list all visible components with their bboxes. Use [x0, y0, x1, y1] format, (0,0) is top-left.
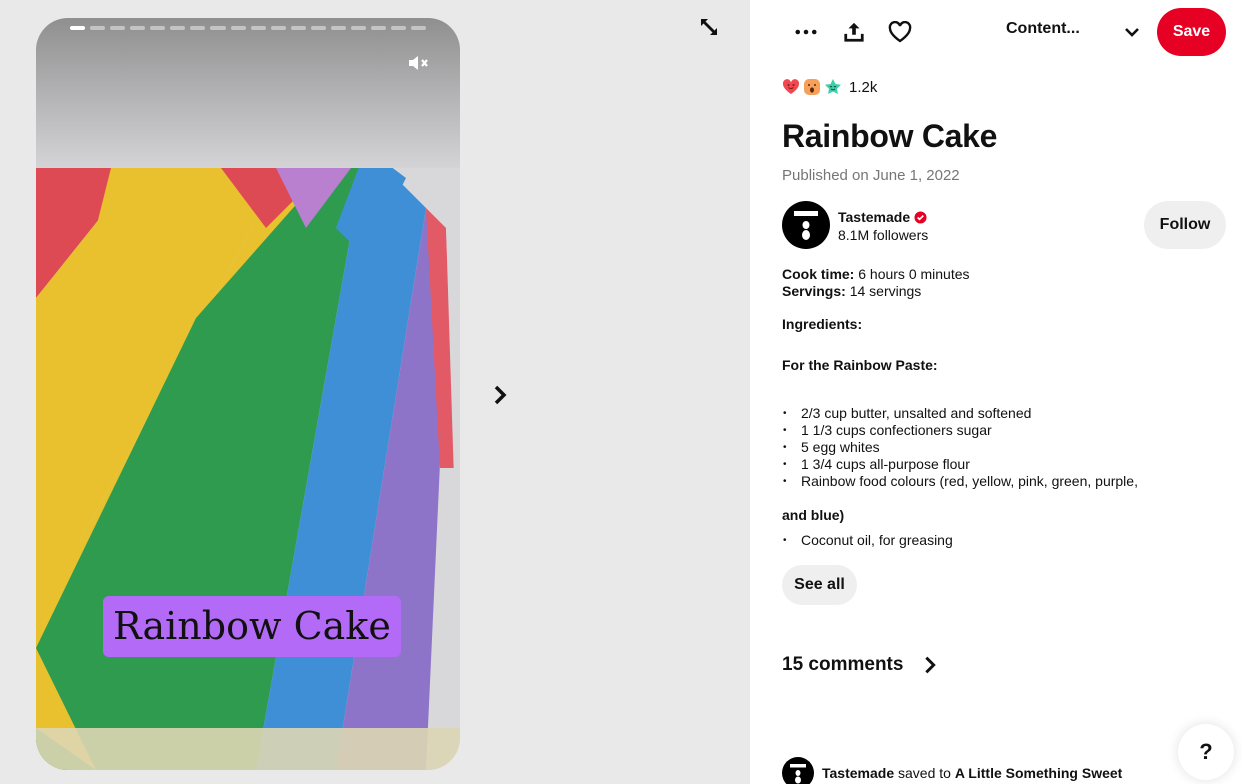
ingredient-item: Rainbow food colours (red, yellow, pink,…	[782, 473, 1138, 490]
progress-segment	[330, 26, 346, 30]
progress-segment	[411, 26, 427, 30]
progress-segment	[270, 26, 286, 30]
ingredient-item: 1 1/3 cups confectioners sugar	[782, 422, 1138, 439]
chevron-right-icon	[925, 656, 937, 674]
like-button[interactable]	[882, 14, 918, 50]
progress-segment	[230, 26, 246, 30]
verified-badge-icon	[914, 210, 927, 224]
save-button[interactable]: Save	[1157, 8, 1226, 56]
creator-row: Tastemade 8.1M followers Follow	[782, 201, 1226, 249]
progress-segment	[350, 26, 366, 30]
share-icon	[844, 22, 864, 42]
help-button[interactable]: ?	[1178, 724, 1234, 780]
ingredients-list-extra: Coconut oil, for greasing	[782, 532, 953, 549]
reactions[interactable]: 1.2k	[782, 78, 877, 96]
progress-segment	[250, 26, 266, 30]
comments-toggle[interactable]: 15 comments	[782, 654, 941, 676]
cook-time-value: 6 hours 0 minutes	[858, 266, 970, 282]
progress-segment	[130, 26, 146, 30]
ingredient-item: 5 egg whites	[782, 439, 1138, 456]
board-select[interactable]: Content...	[1006, 20, 1080, 38]
progress-segment	[370, 26, 386, 30]
ingredients-heading: Ingredients:	[782, 316, 863, 332]
servings: Servings: 14 servings	[782, 283, 921, 300]
activity-board[interactable]: A Little Something Sweet	[955, 765, 1123, 781]
heart-icon	[888, 21, 912, 43]
pin-toolbar: Content... Save	[750, 8, 1242, 56]
wow-reaction-icon	[804, 79, 820, 95]
progress-segment	[290, 26, 306, 30]
progress-segment	[310, 26, 326, 30]
cook-time-label: Cook time:	[782, 266, 855, 282]
progress-segment	[391, 26, 407, 30]
see-all-button[interactable]: See all	[782, 565, 857, 605]
activity-user[interactable]: Tastemade	[822, 765, 894, 781]
mute-icon[interactable]	[408, 54, 430, 72]
activity-avatar[interactable]	[782, 757, 814, 784]
more-options-button[interactable]	[788, 14, 824, 50]
pin-title: Rainbow Cake	[782, 118, 998, 154]
section-heading: For the Rainbow Paste:	[782, 357, 938, 373]
cake-image	[36, 168, 460, 770]
activity-row: Tastemade saved to A Little Something Sw…	[782, 757, 1122, 784]
servings-label: Servings:	[782, 283, 846, 299]
creator-name[interactable]: Tastemade	[838, 209, 927, 225]
follower-count: 8.1M followers	[838, 227, 929, 243]
progress-segment	[170, 26, 186, 30]
ellipsis-icon	[795, 29, 817, 35]
progress-segment	[110, 26, 126, 30]
ingredient-item: 2/3 cup butter, unsalted and softened	[782, 405, 1138, 422]
pin-details: Content... Save 1.2k Rainbow Cake Publis…	[750, 0, 1242, 784]
chevron-down-icon[interactable]	[1120, 20, 1144, 44]
media-pane: Rainbow Cake	[0, 0, 750, 784]
progress-segment	[150, 26, 166, 30]
ingredient-item: 1 3/4 cups all-purpose flour	[782, 456, 1138, 473]
heart-face-reaction-icon	[782, 79, 800, 94]
comments-count: 15 comments	[782, 654, 904, 675]
servings-value: 14 servings	[849, 283, 922, 299]
progress-segment	[210, 26, 226, 30]
expand-icon[interactable]	[698, 16, 720, 38]
reaction-count: 1.2k	[849, 78, 878, 96]
progress-segment	[70, 26, 86, 30]
ingredients-list: 2/3 cup butter, unsalted and softened 1 …	[782, 405, 1138, 490]
progress-segment	[190, 26, 206, 30]
ingredient-wrapped-line: and blue)	[782, 507, 845, 523]
next-chevron-icon[interactable]	[488, 383, 512, 407]
star-reaction-icon	[825, 79, 841, 94]
cook-time: Cook time: 6 hours 0 minutes	[782, 266, 970, 283]
share-button[interactable]	[836, 14, 872, 50]
video-player[interactable]: Rainbow Cake	[36, 18, 460, 770]
follow-button[interactable]: Follow	[1144, 201, 1226, 249]
video-title-overlay: Rainbow Cake	[103, 596, 401, 657]
ingredient-item: Coconut oil, for greasing	[782, 532, 953, 549]
progress-segment	[90, 26, 106, 30]
creator-name-text: Tastemade	[838, 209, 911, 225]
published-date: Published on June 1, 2022	[782, 167, 960, 184]
story-progress	[70, 26, 427, 30]
activity-action: saved to	[898, 765, 951, 781]
creator-avatar[interactable]	[782, 201, 830, 249]
